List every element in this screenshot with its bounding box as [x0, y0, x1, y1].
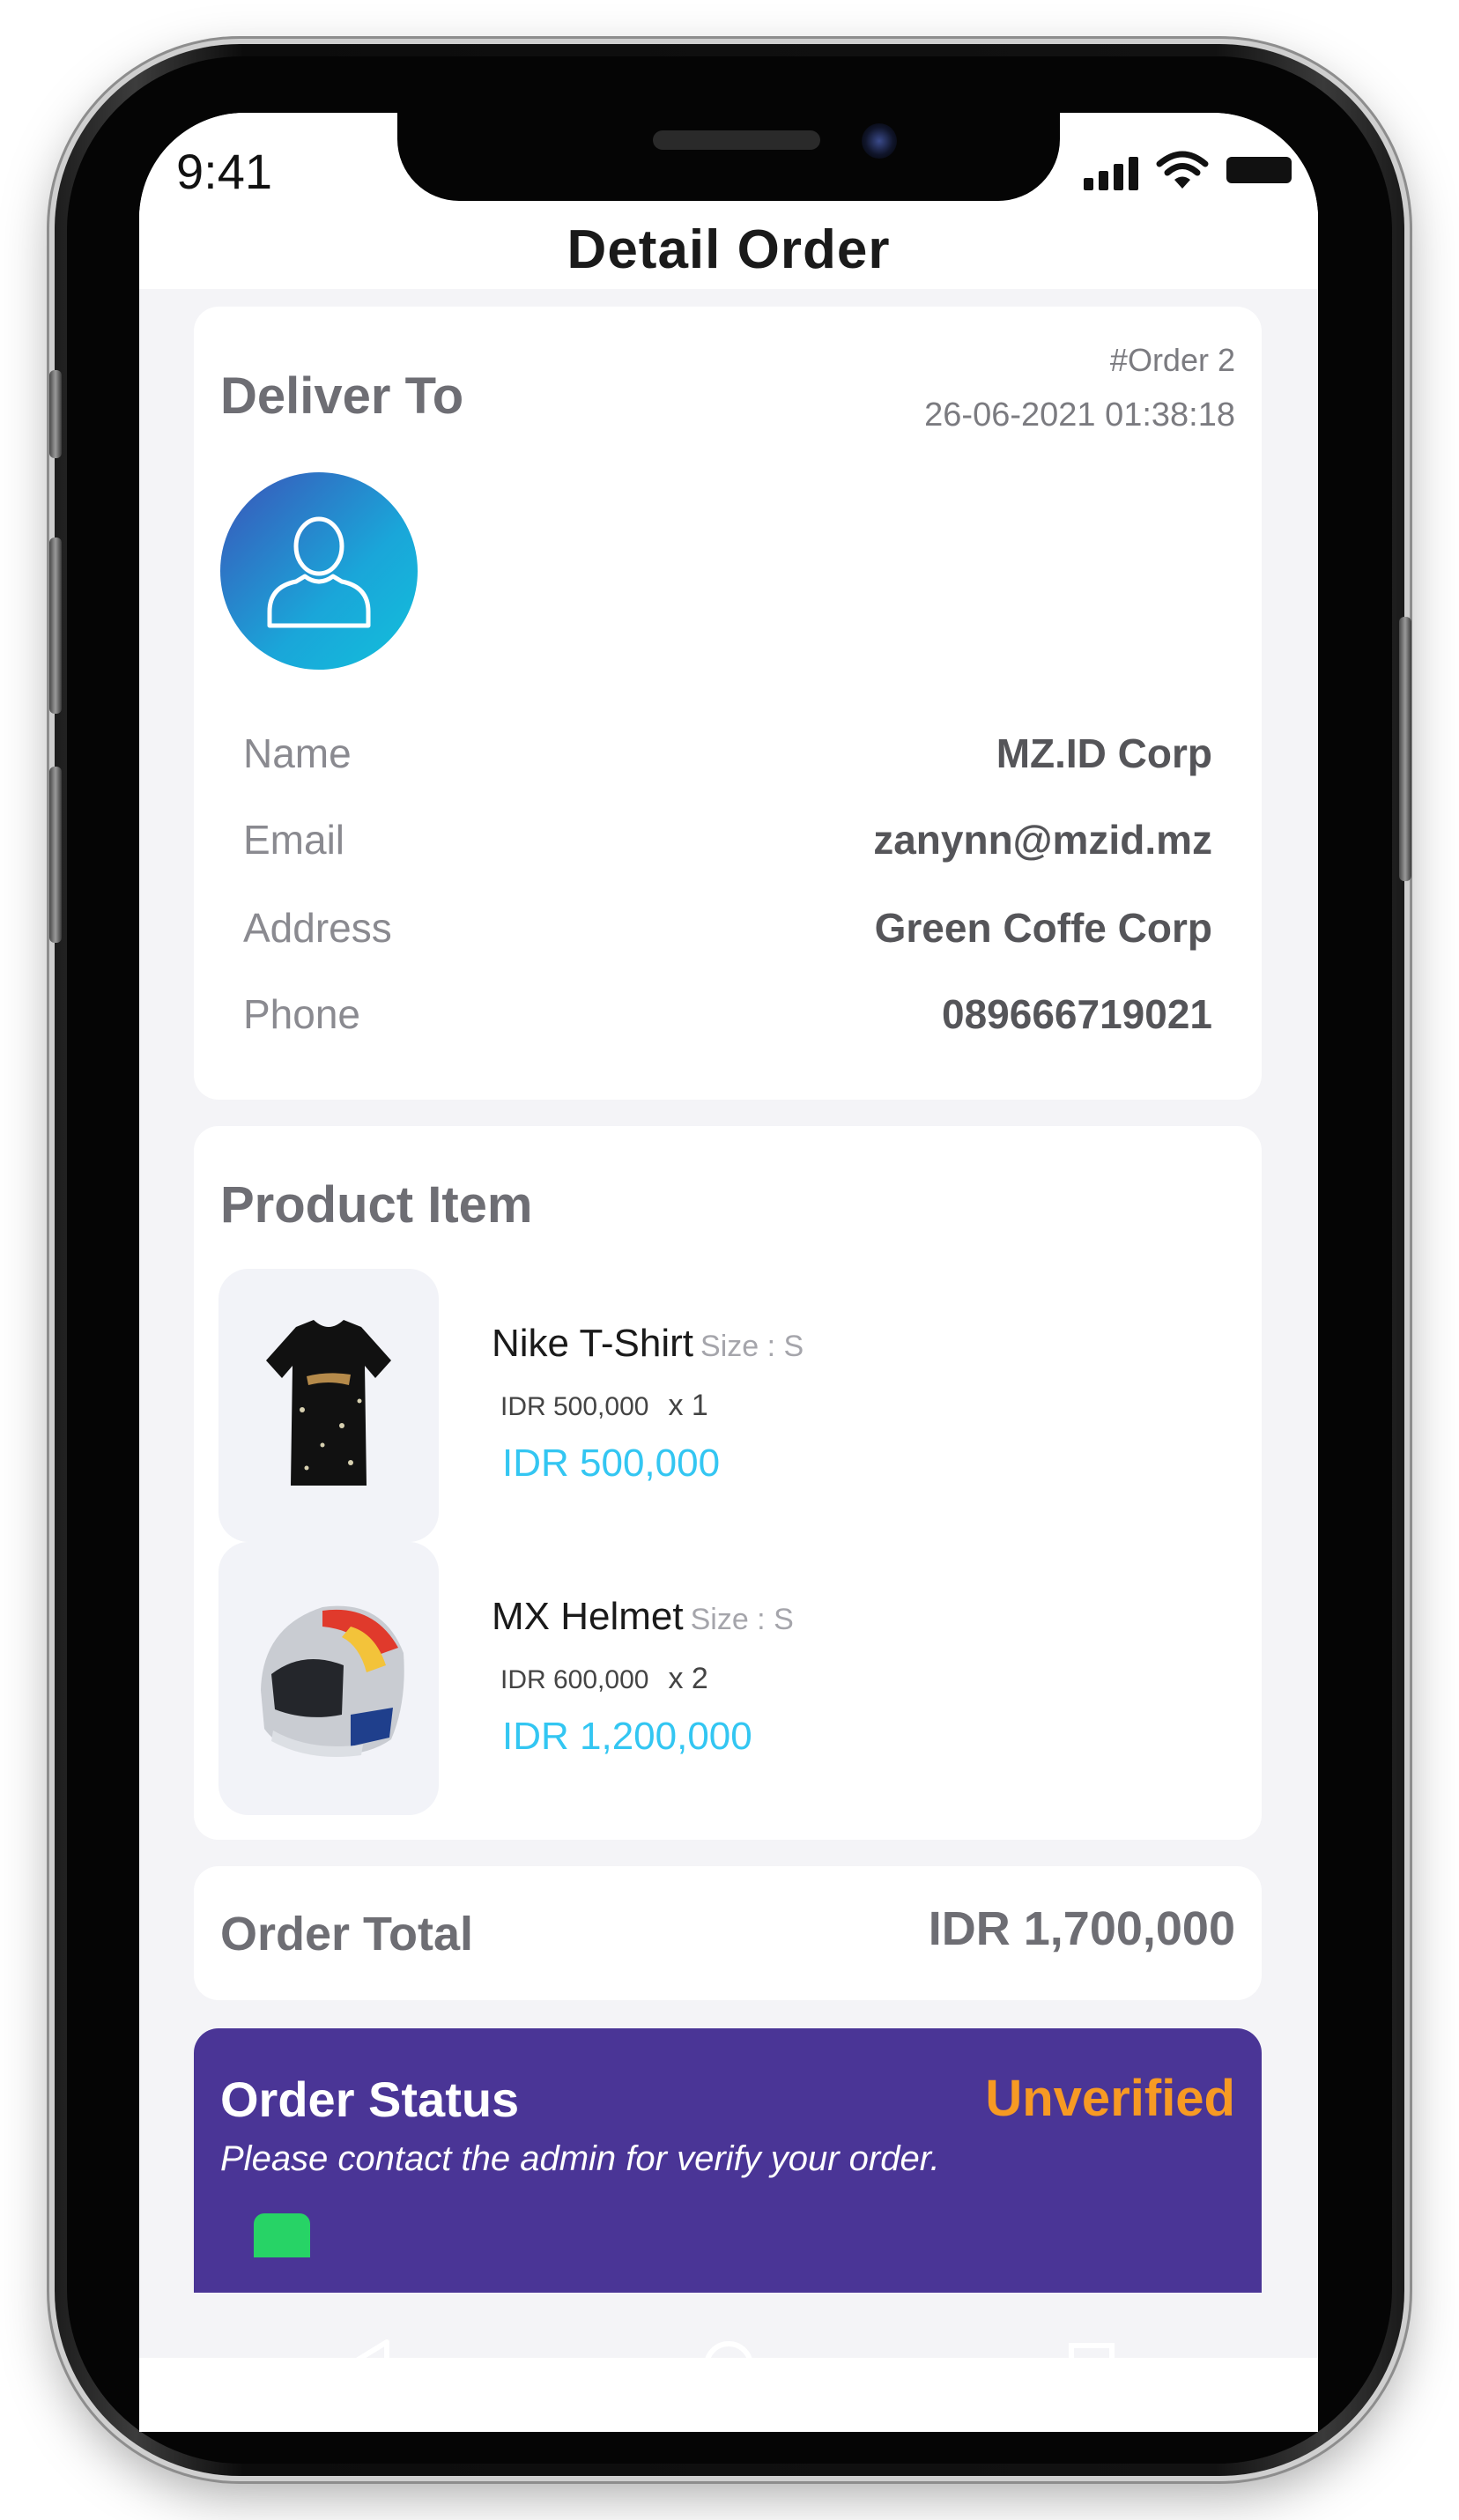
app-header: Detail Order [139, 210, 1318, 289]
android-navigation-bar [139, 2291, 1318, 2441]
side-button-power [1399, 617, 1411, 881]
product-name: MX Helmet [492, 1595, 684, 1638]
whatsapp-icon[interactable] [254, 2213, 310, 2257]
phone-value: 089666719021 [942, 991, 1212, 1037]
phone-label: Phone [243, 991, 361, 1037]
deliver-to-title: Deliver To [220, 367, 464, 425]
product-name: Nike T-Shirt [492, 1322, 694, 1365]
product-thumbnail [218, 1542, 439, 1815]
info-row-email: Email zanynn@mzid.mz [243, 816, 1212, 869]
speaker-grille [653, 130, 820, 150]
info-row-address: Address Green Coffe Corp [243, 904, 1212, 957]
name-label: Name [243, 730, 352, 776]
back-icon[interactable] [329, 2326, 408, 2405]
product-total: IDR 500,000 [502, 1442, 721, 1485]
product-row[interactable]: MX Helmet Size : S IDR 600,000 x 2 IDR 1,2… [218, 1542, 1241, 1815]
side-button-mute [49, 370, 62, 458]
name-value: MZ.ID Corp [996, 730, 1212, 776]
info-row-phone: Phone 089666719021 [243, 990, 1212, 1043]
status-icons [1084, 146, 1292, 190]
email-value: zanynn@mzid.mz [873, 817, 1212, 863]
product-unit-price: IDR 600,000 [500, 1665, 649, 1694]
product-size: Size : S [690, 1603, 794, 1636]
product-total: IDR 1,200,000 [502, 1715, 752, 1758]
avatar [220, 472, 418, 670]
order-total-label: Order Total [220, 1908, 474, 1960]
product-price-line: IDR 500,000 x 1 [500, 1389, 708, 1423]
side-button-volume-down [49, 767, 62, 943]
helmet-image [261, 1605, 404, 1757]
order-date: 26-06-2021 01:38:18 [924, 397, 1235, 434]
order-status-card: Order Status Unverified Please contact t… [194, 2028, 1262, 2293]
status-note: Please contact the admin for verify your… [220, 2139, 940, 2178]
side-button-volume-up [49, 537, 62, 714]
product-name-line: MX Helmet Size : S [492, 1595, 794, 1639]
product-item-card: Product Item Nike T-Shirt Size : S IDR 50 [194, 1126, 1262, 1840]
info-row-name: Name MZ.ID Corp [243, 730, 1212, 782]
product-item-title: Product Item [220, 1176, 533, 1234]
status-time: 9:41 [176, 144, 272, 199]
product-size: Size : S [700, 1330, 804, 1363]
address-value: Green Coffe Corp [874, 905, 1212, 951]
home-icon[interactable] [689, 2326, 768, 2405]
order-number: #Order 2 [1109, 342, 1235, 378]
notch [397, 113, 1060, 201]
cellular-signal-icon [1084, 157, 1138, 190]
deliver-to-card: Deliver To #Order 2 26-06-2021 01:38:18 … [194, 307, 1262, 1100]
product-row[interactable]: Nike T-Shirt Size : S IDR 500,000 x 1 IDR … [218, 1269, 1241, 1542]
order-total-value: IDR 1,700,000 [928, 1902, 1235, 1955]
tshirt-image [266, 1320, 391, 1486]
user-avatar-icon [267, 516, 371, 628]
order-status-title: Order Status [220, 2072, 520, 2127]
app-screen: 9:41 Detail Order Deliver To #Order 2 26… [139, 113, 1318, 2432]
product-thumbnail [218, 1269, 439, 1542]
product-quantity: x 1 [668, 1389, 708, 1422]
address-label: Address [243, 905, 392, 951]
wifi-icon [1156, 151, 1209, 189]
product-name-line: Nike T-Shirt Size : S [492, 1322, 804, 1366]
recents-icon[interactable] [1052, 2326, 1131, 2405]
product-unit-price: IDR 500,000 [500, 1392, 649, 1421]
status-bar: 9:41 [139, 113, 1318, 210]
status-badge: Unverified [985, 2070, 1235, 2127]
battery-icon [1226, 157, 1292, 183]
order-total-card: Order Total IDR 1,700,000 [194, 1866, 1262, 2000]
email-label: Email [243, 817, 345, 863]
product-quantity: x 2 [668, 1662, 708, 1695]
page-title: Detail Order [567, 219, 891, 280]
scroll-content[interactable]: Detail Order Deliver To #Order 2 26-06-2… [139, 210, 1318, 2358]
product-price-line: IDR 600,000 x 2 [500, 1662, 708, 1696]
front-camera [862, 123, 897, 159]
